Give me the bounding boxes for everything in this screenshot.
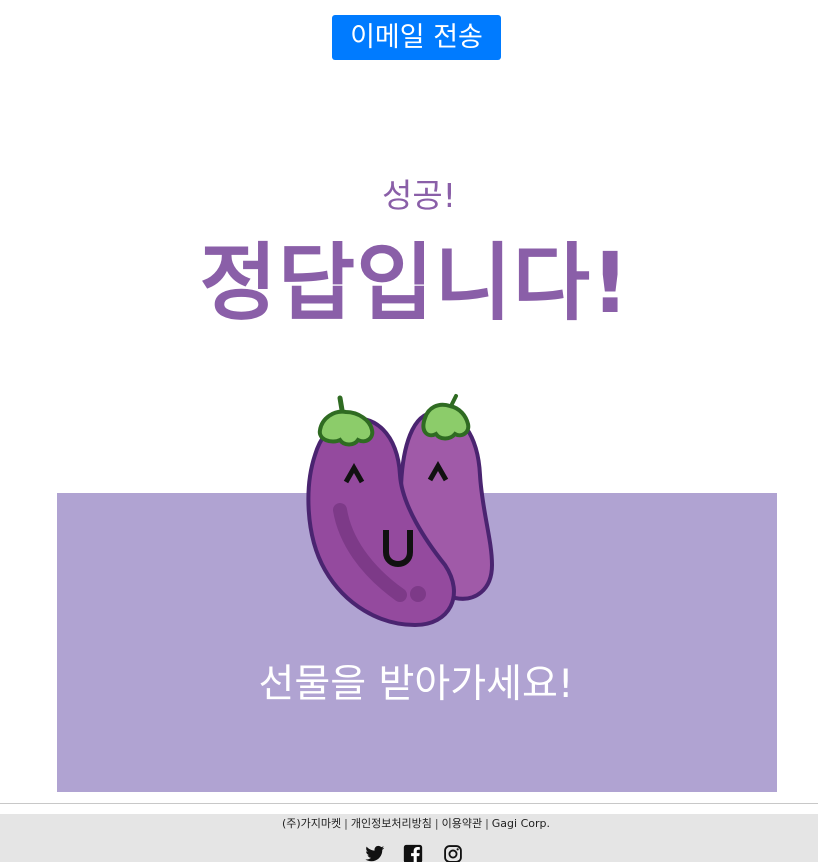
footer-corp-link[interactable]: Gagi Corp. bbox=[492, 817, 550, 830]
success-subtitle: 성공! bbox=[382, 176, 456, 215]
twitter-icon[interactable] bbox=[365, 844, 385, 862]
footer-company-link[interactable]: (주)가지마켓 bbox=[282, 817, 341, 830]
gift-message: 선물을 받아가세요! bbox=[258, 662, 574, 707]
footer-privacy-link[interactable]: 개인정보처리방침 bbox=[351, 817, 432, 830]
footer-links: (주)가지마켓 | 개인정보처리방침 | 이용약관 | Gagi Corp. bbox=[0, 816, 818, 832]
footer: (주)가지마켓 | 개인정보처리방침 | 이용약관 | Gagi Corp. bbox=[0, 814, 818, 862]
footer-separator: | bbox=[485, 817, 489, 830]
footer-divider bbox=[0, 803, 818, 804]
footer-terms-link[interactable]: 이용약관 bbox=[442, 817, 482, 830]
footer-separator: | bbox=[344, 817, 348, 830]
send-email-button[interactable]: 이메일 전송 bbox=[332, 15, 501, 60]
footer-separator: | bbox=[434, 817, 439, 830]
success-title: 정답입니다! bbox=[199, 234, 631, 332]
instagram-icon[interactable] bbox=[443, 844, 463, 862]
facebook-icon[interactable] bbox=[403, 844, 423, 862]
page: 이메일 전송 성공! 정답입니다! 선물을 받아가세요! (주)가지마켓 | 개인정… bbox=[0, 0, 818, 862]
eggplant-mascot-icon bbox=[306, 394, 495, 628]
